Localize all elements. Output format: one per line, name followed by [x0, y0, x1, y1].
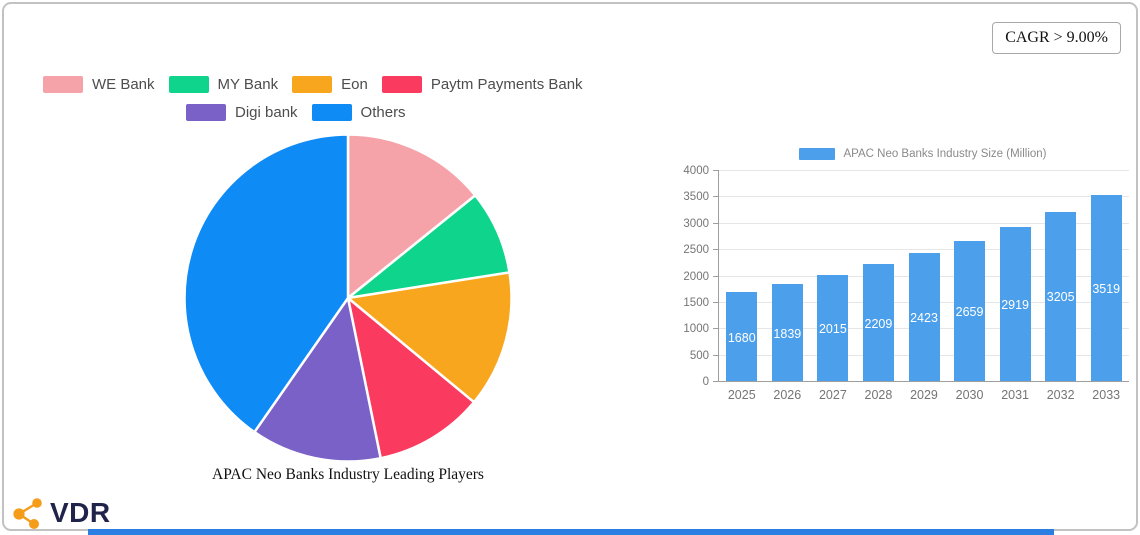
x-axis-label: 2026 — [773, 388, 802, 402]
y-axis-label: 1500 — [683, 296, 709, 309]
y-axis-label: 0 — [702, 376, 709, 388]
y-axis-label: 2500 — [683, 244, 709, 257]
pie-chart-title: APAC Neo Banks Industry Leading Players — [212, 466, 484, 483]
y-axis-label: 500 — [689, 349, 709, 362]
legend-item-my-bank: MY Bank — [168, 76, 279, 93]
bar-value-label: 2919 — [1001, 298, 1030, 313]
y-axis-tick — [713, 275, 719, 277]
logo-text: VDR — [50, 497, 111, 528]
bar-2030: 2659 — [954, 240, 986, 381]
bar-legend-label: APAC Neo Banks Industry Size (Million) — [843, 148, 1047, 160]
bar-chart-plot: 0 500 1000 1500 2000 2500 3000 3500 4000 1680 2025… — [683, 165, 1129, 402]
legend-item-others: Others — [311, 104, 406, 121]
legend-swatch — [311, 104, 352, 121]
legend-label: Others — [360, 104, 406, 121]
bar-2033: 3519 — [1090, 195, 1122, 381]
x-axis-label: 2031 — [1001, 388, 1029, 402]
bar-2026: 1839 — [771, 284, 803, 381]
bottom-accent-bar — [88, 529, 1054, 535]
x-axis-label: 2030 — [955, 388, 984, 402]
y-axis-tick — [713, 381, 719, 382]
bar-chart-legend: APAC Neo Banks Industry Size (Million) — [718, 148, 1128, 160]
legend-label: Eon — [341, 76, 368, 93]
pie-legend: WE Bank MY Bank Eon Paytm Payments Bank Dig… — [0, 76, 583, 132]
legend-label: WE Bank — [92, 76, 155, 93]
cagr-label: CAGR > 9.00% — [1005, 29, 1108, 46]
y-axis-label: 2000 — [683, 270, 709, 283]
x-axis-label: 2025 — [727, 388, 756, 402]
bar-value-label: 2015 — [818, 321, 847, 336]
bar-2029: 2423 — [908, 253, 940, 381]
legend-swatch — [381, 76, 422, 93]
y-axis-tick — [713, 301, 719, 303]
pie-legend-row-1: WE Bank MY Bank Eon Paytm Payments Bank — [43, 76, 583, 93]
legend-swatch — [168, 76, 209, 93]
x-axis-label: 2029 — [910, 388, 938, 402]
y-axis-label: 3000 — [683, 217, 709, 230]
x-axis-label: 2028 — [864, 388, 893, 402]
legend-swatch — [292, 76, 333, 93]
bar-2027: 2015 — [817, 274, 849, 381]
legend-swatch — [186, 104, 226, 121]
gridline — [719, 196, 1129, 198]
bar-value-label: 1839 — [773, 326, 802, 341]
legend-label: Digi bank — [235, 104, 298, 121]
y-axis-label: 4000 — [683, 165, 709, 177]
bar-value-label: 3205 — [1046, 290, 1075, 305]
bar-value-label: 3519 — [1092, 282, 1121, 297]
y-axis-tick — [713, 170, 719, 171]
legend-item-digi-bank: Digi bank — [186, 104, 298, 121]
x-axis-label: 2032 — [1046, 388, 1075, 402]
y-axis-label: 1000 — [683, 323, 709, 336]
legend-item-paytm-payments-bank: Paytm Payments Bank — [381, 76, 583, 93]
bar-2025: 1680 — [726, 292, 758, 381]
y-axis-tick — [713, 196, 719, 198]
legend-label: Paytm Payments Bank — [430, 76, 583, 93]
bar-2028: 2209 — [862, 264, 894, 381]
bar-value-label: 2423 — [910, 311, 938, 326]
bar-value-label: 1680 — [727, 330, 756, 345]
y-axis-tick — [713, 249, 719, 251]
gridline — [719, 170, 1129, 171]
pie-chart — [181, 131, 515, 465]
y-axis-label: 3500 — [683, 191, 709, 204]
vdr-logo: VDR — [10, 495, 111, 531]
legend-item-eon: Eon — [292, 76, 368, 93]
bar-value-label: 2659 — [955, 304, 984, 319]
legend-item-we-bank: WE Bank — [43, 76, 155, 93]
bar-legend-swatch — [799, 148, 836, 160]
y-axis-tick — [713, 328, 719, 330]
x-axis-label: 2027 — [818, 388, 847, 402]
y-axis-tick — [713, 354, 719, 356]
x-axis-label: 2033 — [1092, 388, 1121, 402]
cagr-badge: CAGR > 9.00% — [992, 22, 1121, 54]
y-axis-tick — [713, 222, 719, 224]
bar-value-label: 2209 — [864, 316, 893, 331]
legend-swatch — [43, 76, 83, 93]
share-icon — [13, 498, 42, 529]
legend-label: MY Bank — [217, 76, 279, 93]
bar-2031: 2919 — [999, 227, 1031, 381]
pie-legend-row-2: Digi bank Others — [186, 104, 583, 121]
bar-2032: 3205 — [1045, 211, 1077, 381]
